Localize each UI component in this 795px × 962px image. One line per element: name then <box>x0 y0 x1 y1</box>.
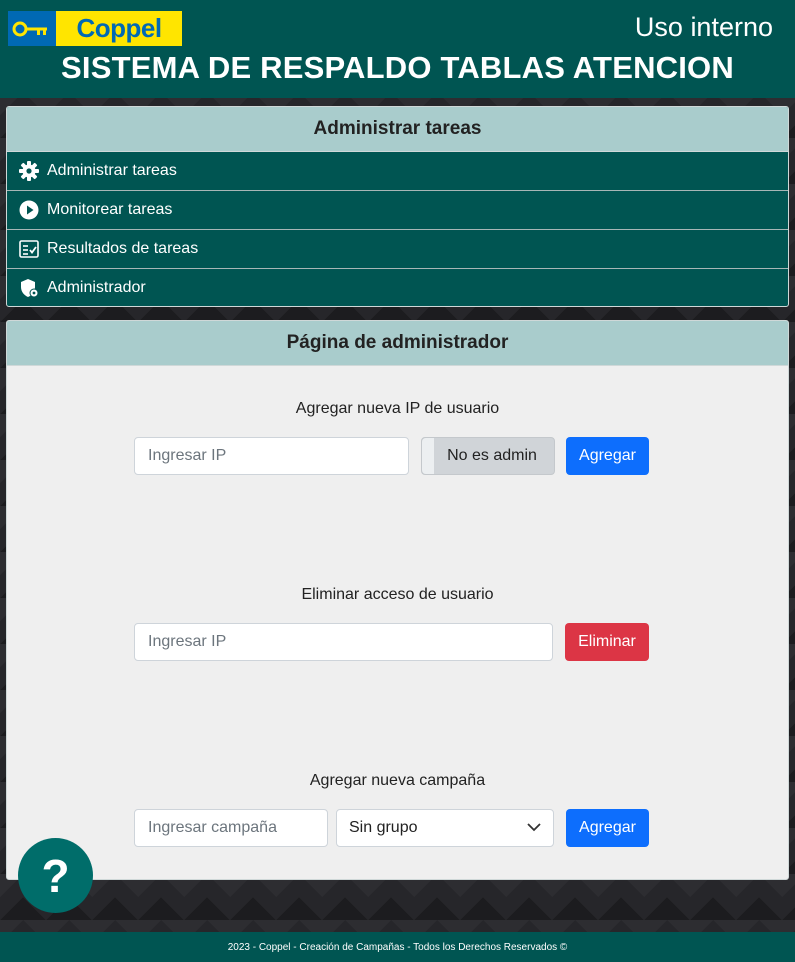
nav-item-label: Administrador <box>47 279 146 296</box>
admin-toggle[interactable]: No es admin <box>421 437 555 475</box>
add-ip-input[interactable] <box>134 437 409 475</box>
internal-use-label: Uso interno <box>634 12 773 42</box>
remove-access-label: Eliminar acceso de usuario <box>301 586 494 603</box>
remove-button[interactable]: Eliminar <box>565 623 649 661</box>
add-ip-label: Agregar nueva IP de usuario <box>295 400 500 417</box>
coppel-logo: Coppel <box>8 11 182 46</box>
menu-title: Administrar tareas <box>7 107 788 152</box>
toggle-knob <box>422 438 434 474</box>
footer-text: 2023 - Coppel - Creación de Campañas - T… <box>227 941 568 953</box>
nav-item-resultados-de-tareas[interactable]: Resultados de tareas <box>7 230 788 269</box>
campaign-input[interactable] <box>134 809 328 847</box>
nav-item-label: Resultados de tareas <box>47 240 199 257</box>
logo-wordmark: Coppel <box>54 11 182 46</box>
app-header: Coppel Uso interno SISTEMA DE RESPALDO T… <box>0 0 795 98</box>
chevron-down-icon <box>527 819 541 837</box>
nav-item-label: Administrar tareas <box>47 162 177 179</box>
play-circle-icon <box>19 200 39 220</box>
question-mark-icon: ? <box>41 849 70 902</box>
nav-item-administrar-tareas[interactable]: Administrar tareas <box>7 152 788 191</box>
add-campaign-label: Agregar nueva campaña <box>309 772 486 789</box>
nav-item-administrador[interactable]: Administrador <box>7 269 788 306</box>
help-button[interactable]: ? <box>18 838 93 913</box>
key-icon <box>8 11 54 46</box>
toggle-label: No es admin <box>447 447 537 464</box>
group-select[interactable]: Sin grupo <box>336 809 554 847</box>
gear-icon <box>19 161 39 181</box>
nav-item-monitorear-tareas[interactable]: Monitorear tareas <box>7 191 788 230</box>
remove-ip-input[interactable] <box>134 623 553 661</box>
admin-shield-icon <box>19 278 39 298</box>
admin-page-title: Página de administrador <box>7 321 788 366</box>
nav-item-label: Monitorear tareas <box>47 201 173 218</box>
admin-page-card: Página de administrador Agregar nueva IP… <box>6 320 789 880</box>
add-ip-button[interactable]: Agregar <box>566 437 649 475</box>
system-title: SISTEMA DE RESPALDO TABLAS ATENCION <box>61 50 734 85</box>
checklist-icon <box>19 239 39 259</box>
add-campaign-button[interactable]: Agregar <box>566 809 649 847</box>
footer: 2023 - Coppel - Creación de Campañas - T… <box>0 932 795 962</box>
group-select-value: Sin grupo <box>349 819 418 836</box>
tasks-menu-card: Administrar tareas Administrar tareas Mo… <box>6 106 789 307</box>
